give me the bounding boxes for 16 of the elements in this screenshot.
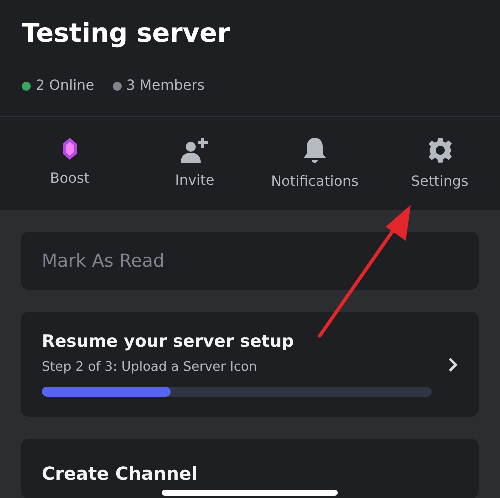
action-button[interactable]: Notifications [250, 137, 380, 190]
action-button[interactable]: Settings [380, 137, 500, 190]
server-title: Testing server [22, 18, 232, 51]
add-person-icon [180, 137, 210, 163]
member-count: 3 Members [126, 78, 205, 94]
create-channel-button[interactable]: Create Channel [21, 439, 479, 498]
bell-icon [303, 137, 327, 164]
settings-icon [426, 137, 454, 164]
action-button[interactable]: Boost [0, 137, 140, 190]
action-button[interactable]: Invite [140, 137, 250, 190]
member-count: 2 Online [36, 78, 95, 94]
setup-title: Resume your server setup [42, 332, 296, 352]
setup-card[interactable]: Resume your server setup Step 2 of 3: Upload a Server Icon [21, 312, 479, 417]
chevron-icon [448, 356, 458, 372]
setup-step: Step 2 of 3: Upload a Server Icon [42, 360, 432, 375]
gem-icon [62, 137, 78, 161]
